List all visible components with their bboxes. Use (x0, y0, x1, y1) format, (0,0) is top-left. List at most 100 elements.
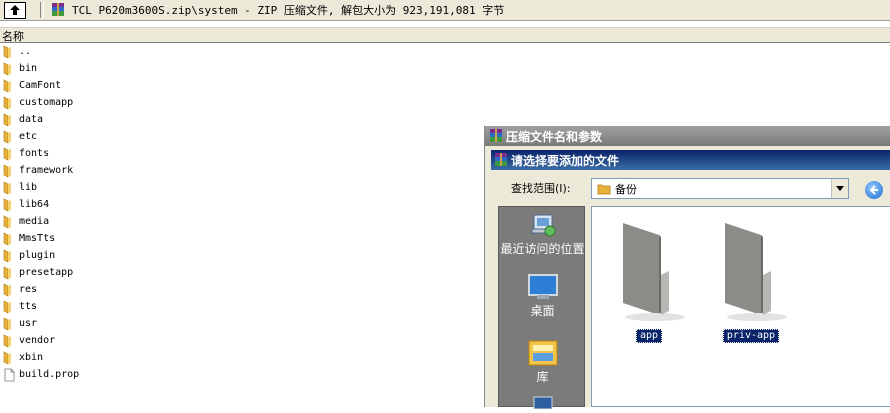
file-name: MmsTts (19, 233, 56, 244)
folder-icon (3, 79, 11, 92)
file-name: data (19, 114, 44, 125)
archive-dialog: 压缩文件名和参数 请选择要添加的文件 查找范围(I): 备份 最近访问的位置 桌… (484, 126, 890, 409)
folder-icon (3, 266, 11, 279)
folder-icon (3, 300, 11, 313)
file-name: etc (19, 131, 38, 142)
folder-icon (3, 130, 11, 143)
file-name: media (19, 216, 50, 227)
dialog-titlebar[interactable]: 压缩文件名和参数 (485, 126, 890, 146)
folder-icon (3, 147, 11, 160)
folder-label: priv-app (722, 329, 780, 343)
recent-places-icon (531, 214, 555, 237)
archive-path: TCL P620m3600S.zip\system - ZIP 压缩文件, 解包… (72, 4, 505, 17)
folder-icon (725, 223, 787, 321)
file-name: plugin (19, 250, 56, 261)
place-desktop[interactable]: 桌面 (499, 273, 586, 318)
folder-row[interactable]: customapp (0, 94, 480, 111)
library-icon (528, 340, 557, 366)
folder-row[interactable]: .. (0, 43, 480, 60)
folder-icon (3, 351, 11, 364)
select-files-titlebar[interactable]: 请选择要添加的文件 (491, 150, 890, 170)
folder-icon (3, 334, 11, 347)
file-browser-pane: app priv-app (591, 206, 890, 407)
places-bar: 最近访问的位置 桌面 库 (498, 206, 586, 409)
desktop-icon (527, 274, 558, 299)
folder-row[interactable]: vendor (0, 332, 480, 349)
folder-icon (3, 96, 11, 109)
name-column-header[interactable]: 名称 (2, 28, 24, 44)
folder-row[interactable]: lib64 (0, 196, 480, 213)
file-name: CamFont (19, 80, 62, 91)
folder-row[interactable]: presetapp (0, 264, 480, 281)
folder-icon (3, 45, 11, 58)
dialog-title: 压缩文件名和参数 (506, 129, 603, 144)
folder-icon (3, 62, 11, 75)
back-button[interactable] (865, 181, 883, 199)
folder-icon (3, 283, 11, 296)
folder-row[interactable]: data (0, 111, 480, 128)
folder-row[interactable]: bin (0, 60, 480, 77)
chevron-down-icon (836, 186, 844, 191)
look-in-value: 备份 (615, 182, 637, 196)
file-name: xbin (19, 352, 44, 363)
file-name: customapp (19, 97, 74, 108)
folder-label: app (635, 329, 663, 343)
place-library[interactable]: 库 (499, 337, 586, 384)
file-name: res (19, 284, 38, 295)
folder-icon (3, 164, 11, 177)
place-recent-label: 最近访问的位置 (500, 242, 585, 256)
folder-icon (3, 249, 11, 262)
file-name: .. (19, 46, 32, 57)
folder-icon (3, 232, 11, 245)
folder-row[interactable]: res (0, 281, 480, 298)
file-name: tts (19, 301, 38, 312)
file-name: bin (19, 63, 38, 74)
column-header[interactable]: 名称 (0, 27, 890, 43)
folder-row[interactable]: etc (0, 128, 480, 145)
up-folder-button[interactable] (4, 1, 26, 19)
winrar-archive-icon (52, 3, 64, 16)
file-name: fonts (19, 148, 50, 159)
file-name: lib (19, 182, 38, 193)
folder-row[interactable]: framework (0, 162, 480, 179)
winrar-icon (490, 129, 502, 142)
folder-row[interactable]: fonts (0, 145, 480, 162)
folder-icon (3, 181, 11, 194)
place-recent[interactable]: 最近访问的位置 (499, 211, 586, 256)
back-arrow-icon (869, 185, 878, 195)
folder-row[interactable]: usr (0, 315, 480, 332)
folder-icon (597, 184, 611, 194)
folder-row[interactable]: MmsTts (0, 230, 480, 247)
up-arrow-icon (10, 5, 20, 15)
look-in-label: 查找范围(I): (511, 182, 571, 195)
folder-item-priv-app[interactable]: priv-app (696, 215, 806, 343)
folder-row[interactable]: CamFont (0, 77, 480, 94)
folder-row[interactable]: tts (0, 298, 480, 315)
file-name: vendor (19, 335, 56, 346)
file-name: lib64 (19, 199, 50, 210)
file-name: framework (19, 165, 74, 176)
file-list: .. bin CamFont customapp data etc fonts framewo… (0, 43, 480, 383)
folder-icon (623, 223, 685, 321)
folder-icon (3, 113, 11, 126)
toolbar-separator (40, 2, 44, 18)
path-bar: TCL P620m3600S.zip\system - ZIP 压缩文件, 解包… (0, 0, 890, 21)
place-desktop-label: 桌面 (530, 304, 555, 318)
folder-row[interactable]: xbin (0, 349, 480, 366)
folder-row[interactable]: media (0, 213, 480, 230)
file-icon (4, 368, 15, 381)
folder-icon (3, 198, 11, 211)
file-name: build.prop (19, 369, 80, 380)
dropdown-arrow-button[interactable] (831, 179, 848, 198)
folder-icon (3, 215, 11, 228)
winrar-icon (495, 153, 507, 166)
place-computer[interactable] (499, 395, 586, 413)
folder-row[interactable]: plugin (0, 247, 480, 264)
select-files-title: 请选择要添加的文件 (511, 153, 620, 168)
file-name: presetapp (19, 267, 74, 278)
file-row[interactable]: build.prop (0, 366, 480, 383)
folder-item-app[interactable]: app (594, 215, 704, 343)
look-in-dropdown[interactable]: 备份 (591, 178, 849, 199)
place-library-label: 库 (536, 370, 549, 384)
folder-row[interactable]: lib (0, 179, 480, 196)
